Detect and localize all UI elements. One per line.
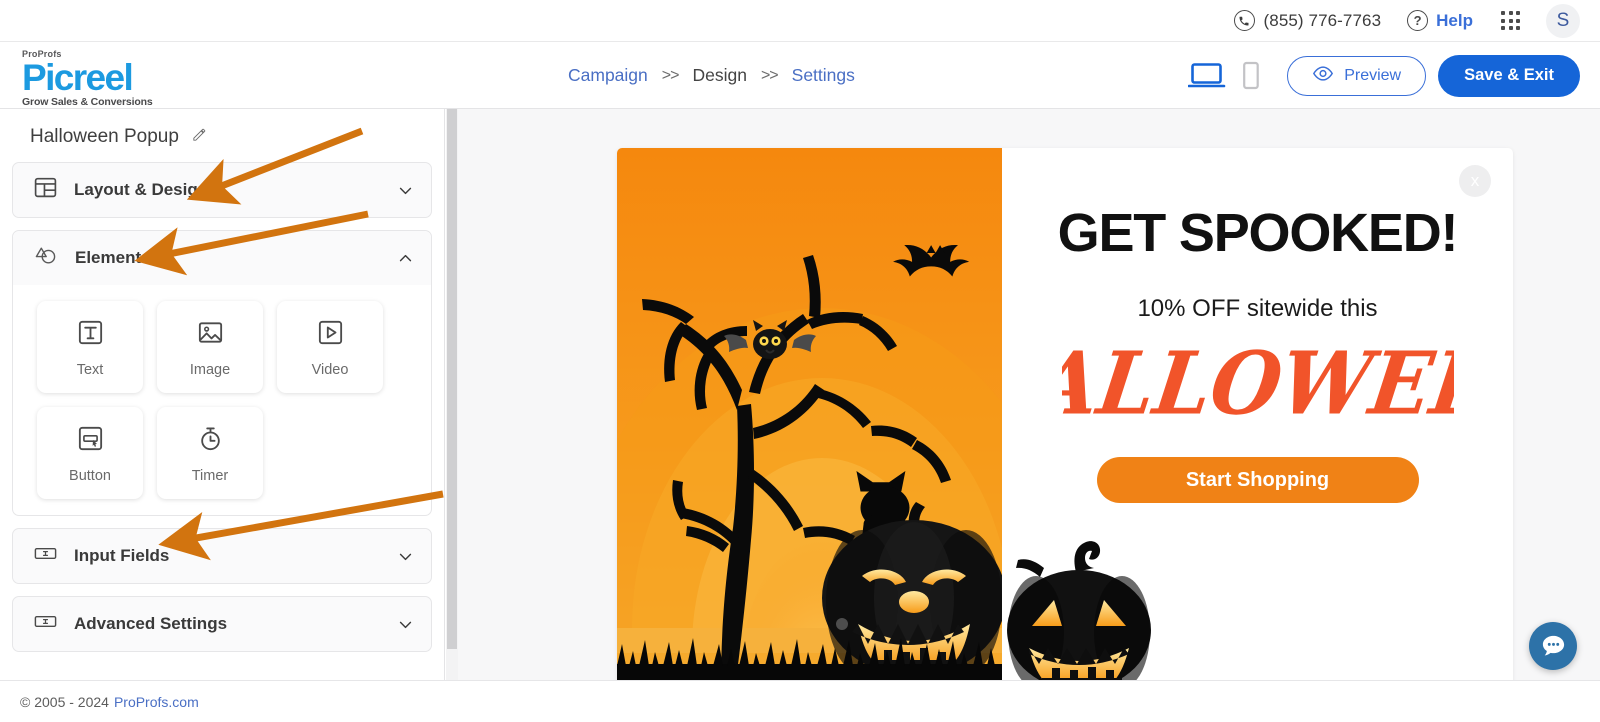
element-card-timer[interactable]: Timer <box>157 407 263 499</box>
element-label: Video <box>311 361 349 378</box>
page-footer: © 2005 - 2024 ProProfs.com <box>0 680 1600 722</box>
sidebar-scrollbar-track[interactable] <box>446 109 458 680</box>
image-icon <box>195 317 226 353</box>
panel-label: Layout & Design <box>74 180 209 199</box>
chevron-down-icon[interactable] <box>397 616 413 632</box>
layout-icon <box>33 175 58 205</box>
mobile-icon[interactable] <box>1229 56 1273 96</box>
help-label: Help <box>1436 10 1473 30</box>
element-card-video[interactable]: Video <box>277 301 383 393</box>
logo-tagline: Grow Sales & Conversions <box>22 95 153 108</box>
project-name: Halloween Popup <box>30 126 179 147</box>
breadcrumb: Campaign >> Design >> Settings <box>568 42 855 109</box>
pencil-icon[interactable] <box>191 126 208 148</box>
panel-label: Advanced Settings <box>74 614 228 633</box>
navbar-actions: Preview Save & Exit <box>1185 42 1580 109</box>
desktop-icon[interactable] <box>1185 56 1229 96</box>
breadcrumb-separator: >> <box>760 66 779 84</box>
panel-label: Elements <box>75 248 151 267</box>
panel-header-input-fields[interactable]: Input Fields <box>13 529 431 583</box>
chevron-down-icon[interactable] <box>397 182 413 198</box>
breadcrumb-separator: >> <box>661 66 680 84</box>
element-card-image[interactable]: Image <box>157 301 263 393</box>
panel-advanced-settings[interactable]: Advanced Settings <box>12 596 432 652</box>
halloween-script-wordmark: HALLOWEEN <box>1062 332 1454 434</box>
small-jack-o-lantern <box>1007 541 1151 680</box>
breadcrumb-item-settings[interactable]: Settings <box>792 65 855 86</box>
element-label: Text <box>76 361 104 378</box>
element-label: Image <box>189 361 231 378</box>
design-sidebar: Halloween Popup Layout & Design Elements… <box>0 109 445 680</box>
element-card-button[interactable]: Button <box>37 407 143 499</box>
popup-image <box>617 148 1002 680</box>
sidebar-scrollbar-thumb[interactable] <box>447 109 457 649</box>
panel-header-advanced-settings[interactable]: Advanced Settings <box>13 597 431 651</box>
halloween-script-text: HALLOWEEN <box>1062 332 1454 434</box>
panel-header-elements[interactable]: Elements <box>13 231 431 285</box>
copyright-text: © 2005 - 2024 <box>20 693 109 710</box>
save-and-exit-button[interactable]: Save & Exit <box>1438 54 1580 97</box>
chat-bubble-icon[interactable] <box>1529 622 1577 670</box>
panel-header-layout[interactable]: Layout & Design <box>13 163 431 217</box>
popup-headline: GET SPOOKED! <box>1057 203 1459 263</box>
chevron-up-icon[interactable] <box>397 250 413 266</box>
text-icon <box>75 317 106 353</box>
avatar[interactable]: S <box>1546 3 1580 38</box>
logo-brand: Picreel <box>22 57 134 98</box>
halloween-scene-illustration <box>617 148 1002 680</box>
panel-elements[interactable]: Elements Text Image Video Button Timer <box>12 230 432 516</box>
phone-contact[interactable]: (855) 776-7763 <box>1233 10 1382 31</box>
design-canvas: x GET SPOOKED! 10% OFF sitewide this HAL… <box>458 109 1600 680</box>
element-card-text[interactable]: Text <box>37 301 143 393</box>
preview-button[interactable]: Preview <box>1287 55 1427 96</box>
breadcrumb-item-campaign[interactable]: Campaign <box>568 65 648 86</box>
timer-icon <box>195 423 226 459</box>
chevron-down-icon[interactable] <box>397 548 413 564</box>
popup-subline: 10% OFF sitewide this <box>1137 295 1378 322</box>
help-promo-text: Get your questions answered & instant de… <box>0 664 444 680</box>
question-circle-icon: ? <box>1407 10 1429 31</box>
element-label: Button <box>69 467 111 484</box>
phone-icon <box>1233 10 1255 31</box>
avatar-initial: S <box>1556 9 1570 31</box>
breadcrumb-item-design[interactable]: Design <box>692 65 746 86</box>
help-link[interactable]: ? Help <box>1407 10 1473 31</box>
panel-input-fields[interactable]: Input Fields <box>12 528 432 584</box>
project-title-row: Halloween Popup <box>0 109 444 162</box>
element-label: Timer <box>191 467 229 484</box>
close-icon[interactable]: x <box>1459 165 1491 197</box>
popup-preview: x GET SPOOKED! 10% OFF sitewide this HAL… <box>617 148 1513 680</box>
phone-number: (855) 776-7763 <box>1263 10 1382 30</box>
input-field-icon <box>33 609 58 639</box>
main-navbar: ProProfs Picreel Grow Sales & Conversion… <box>0 42 1600 109</box>
shapes-icon <box>33 243 59 274</box>
picreel-logo[interactable]: ProProfs Picreel Grow Sales & Conversion… <box>22 50 153 107</box>
panel-label: Input Fields <box>74 546 170 565</box>
eye-icon <box>1312 65 1334 86</box>
elements-grid: Text Image Video Button Timer <box>13 285 431 505</box>
button-icon <box>75 423 106 459</box>
panel-layout-and-design[interactable]: Layout & Design <box>12 162 432 218</box>
apps-grid-icon[interactable] <box>1501 11 1520 30</box>
start-shopping-button[interactable]: Start Shopping <box>1096 457 1419 503</box>
proprofs-link[interactable]: ProProfs.com <box>114 694 199 710</box>
input-field-icon <box>33 541 58 571</box>
popup-content: x GET SPOOKED! 10% OFF sitewide this HAL… <box>1002 148 1513 680</box>
video-icon <box>315 317 346 353</box>
utility-bar: (855) 776-7763 ? Help S <box>0 0 1600 42</box>
picreel-campaign-designer: (855) 776-7763 ? Help S ProProfs Picreel… <box>0 0 1600 722</box>
preview-label: Preview <box>1344 66 1402 84</box>
